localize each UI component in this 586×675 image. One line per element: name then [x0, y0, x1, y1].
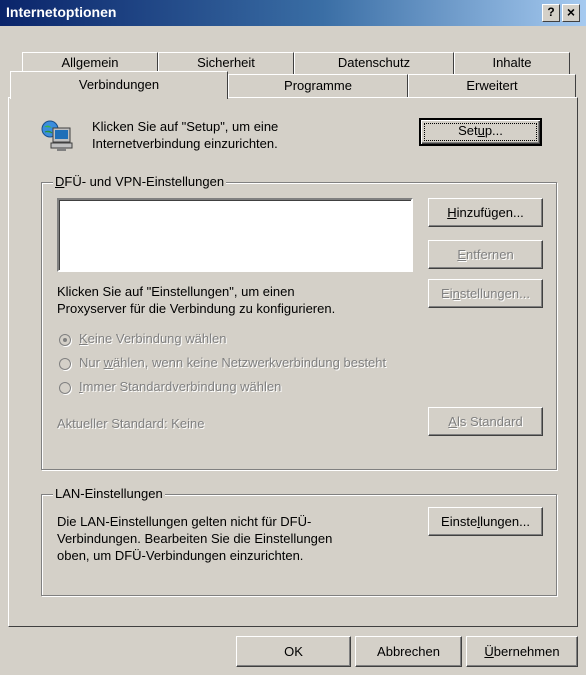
tab-inhalte[interactable]: Inhalte — [454, 52, 570, 74]
close-icon: × — [566, 4, 576, 20]
tab-datenschutz[interactable]: Datenschutz — [294, 52, 454, 74]
lan-text-line3: oben, um DFÜ-Verbindungen einzurichten. — [57, 548, 304, 563]
dialup-settings-button[interactable]: Einstellungen... — [428, 279, 543, 308]
tab-label: Allgemein — [61, 55, 119, 70]
dialup-settings-label-pre: Ei — [441, 286, 453, 301]
apply-label-post: bernehmen — [493, 644, 560, 659]
set-default-accel: A — [448, 414, 457, 429]
tab-programme[interactable]: Programme — [228, 74, 408, 98]
add-label-post: inzufügen... — [456, 205, 524, 220]
ok-label: OK — [284, 644, 303, 659]
dialup-settings-label-post: stellungen... — [459, 286, 530, 301]
set-default-post: ls Standard — [456, 414, 523, 429]
network-computer-icon-graphic — [41, 120, 73, 151]
tab-label: Datenschutz — [337, 55, 411, 70]
proxy-text-line2: Proxyserver für die Verbindung zu konfig… — [57, 301, 336, 316]
apply-label-accel: Ü — [484, 644, 494, 659]
close-button[interactable]: × — [562, 4, 580, 22]
remove-button[interactable]: Entfernen — [428, 240, 543, 269]
radio-never-dial[interactable] — [59, 334, 71, 346]
radio-dial-when-no-network[interactable] — [59, 358, 71, 370]
setup-label-post: p... — [484, 123, 503, 138]
connections-listbox[interactable] — [57, 198, 413, 272]
tab-verbindungen[interactable]: Verbindungen — [10, 71, 228, 99]
tab-label: Erweitert — [466, 78, 518, 93]
lan-settings-button[interactable]: Einstellungen... — [428, 507, 543, 536]
dialup-group-label: DFÜ- und VPN-Einstellungen — [53, 174, 227, 189]
remove-label-post: ntfernen — [465, 247, 514, 262]
tab-label: Inhalte — [492, 55, 532, 70]
tab-erweitert[interactable]: Erweitert — [408, 74, 576, 98]
radio-always-dial-label: Immer Standardverbindung wählen — [79, 379, 281, 394]
radio1-accel: K — [79, 331, 88, 346]
tab-label: Verbindungen — [78, 77, 160, 92]
remove-label-accel: E — [457, 247, 466, 262]
current-default-text: Aktueller Standard: Keine — [57, 416, 205, 431]
setup-button-label: Setup... — [458, 123, 503, 138]
title-bar[interactable]: Internetoptionen ? × — [0, 0, 586, 26]
proxy-text-line1: Klicken Sie auf "Einstellungen", um eine… — [57, 284, 295, 299]
radio2-accel: w — [103, 355, 113, 370]
add-label-accel: H — [447, 205, 457, 220]
add-button[interactable]: Hinzufügen... — [428, 198, 543, 227]
network-computer-icon — [39, 118, 75, 154]
radio-dial-when-no-network-label: Nur wählen, wenn keine Netzwerkverbindun… — [79, 355, 386, 370]
tab-label: Programme — [284, 78, 352, 93]
help-icon: ? — [547, 5, 555, 19]
dialup-label-accel: D — [55, 174, 65, 189]
tab-panel-verbindungen: Klicken Sie auf "Setup", um eine Interne… — [8, 97, 578, 627]
lan-group-label: LAN-Einstellungen — [53, 486, 165, 501]
radio2-post: ählen, wenn keine Netzwerkverbindung bes… — [112, 355, 387, 370]
setup-label-accel: u — [477, 123, 485, 138]
help-button[interactable]: ? — [542, 4, 560, 22]
dialup-settings-label-accel: n — [452, 286, 460, 301]
setup-text-line1: Klicken Sie auf "Setup", um eine — [92, 119, 279, 134]
setup-button[interactable]: Setup... — [419, 118, 542, 146]
radio1-post: eine Verbindung wählen — [87, 331, 227, 346]
tab-label: Sicherheit — [197, 55, 255, 70]
apply-button[interactable]: Übernehmen — [466, 636, 578, 667]
setup-label-pre: Set — [458, 123, 478, 138]
cancel-label: Abbrechen — [377, 644, 440, 659]
setup-text-line2: Internetverbindung einzurichten. — [92, 136, 278, 151]
lan-text-line2: Verbindungen. Bearbeiten Sie die Einstel… — [57, 531, 333, 546]
lan-settings-label-post: lungen... — [480, 514, 530, 529]
ok-button[interactable]: OK — [236, 636, 351, 667]
window-title: Internetoptionen — [6, 4, 117, 20]
radio3-post: mmer Standardverbindung wählen — [82, 379, 282, 394]
cancel-button[interactable]: Abbrechen — [355, 636, 462, 667]
radio-never-dial-label: Keine Verbindung wählen — [79, 331, 226, 346]
lan-text-line1: Die LAN-Einstellungen gelten nicht für D… — [57, 514, 312, 529]
set-default-button[interactable]: Als Standard — [428, 407, 543, 436]
lan-settings-label-pre: Einste — [441, 514, 478, 529]
radio2-pre: Nur — [79, 355, 104, 370]
dialup-label-post: FÜ- und VPN-Einstellungen — [64, 174, 225, 189]
radio-always-dial[interactable] — [59, 382, 71, 394]
